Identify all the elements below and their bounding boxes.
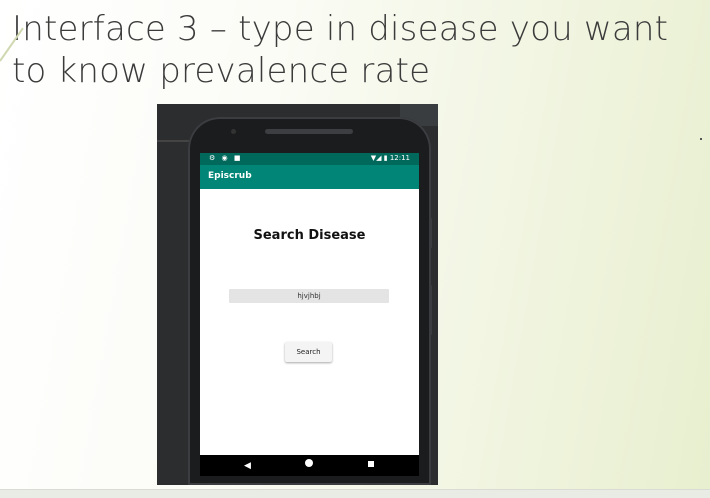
navigation-bar: ◀ [200, 455, 419, 476]
phone-camera [231, 129, 236, 134]
status-left-icons: ⚙ ◉ ■ [209, 154, 243, 162]
status-bar: ⚙ ◉ ■ ▼◢ ▮ 12:11 [200, 153, 419, 165]
slide-title-line1: Interface 3 – type in disease you want [12, 9, 669, 49]
search-button[interactable]: Search [285, 342, 332, 362]
decorative-dot [700, 138, 702, 140]
volume-button[interactable] [429, 218, 432, 248]
home-circle-icon[interactable] [305, 459, 313, 467]
signal-battery-icons: ▼◢ ▮ [370, 154, 388, 162]
slide-title-line2: to know prevalence rate [12, 51, 431, 91]
disease-search-input[interactable] [229, 289, 389, 303]
status-right: ▼◢ ▮ 12:11 [371, 154, 410, 162]
status-time: 12:11 [389, 154, 410, 162]
phone-speaker [265, 129, 353, 134]
back-triangle-icon[interactable]: ◀ [244, 460, 251, 471]
recents-square-icon[interactable] [368, 461, 374, 467]
app-title: Episcrub [208, 171, 252, 181]
power-button[interactable] [429, 285, 432, 335]
app-bar: Episcrub [200, 165, 419, 189]
slide-title: Interface 3 – type in disease you want t… [12, 8, 702, 92]
phone-screen: ⚙ ◉ ■ ▼◢ ▮ 12:11 Episcrub Search Disease… [200, 153, 419, 476]
search-disease-heading: Search Disease [253, 228, 366, 243]
